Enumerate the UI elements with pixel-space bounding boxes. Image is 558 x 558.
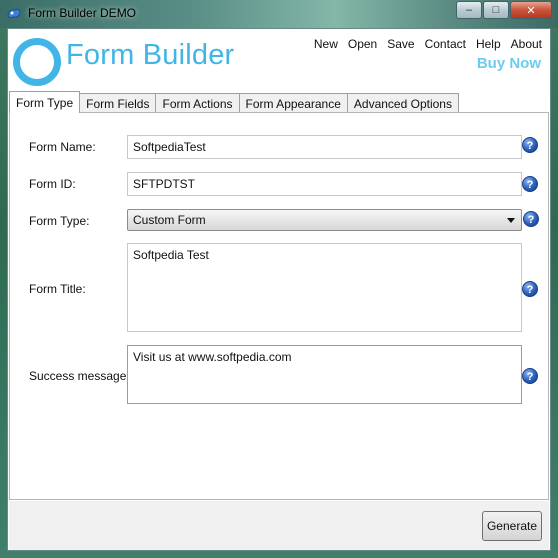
- help-icon[interactable]: ?: [523, 211, 539, 227]
- form-id-input[interactable]: SFTPDTST: [127, 172, 522, 196]
- form-name-input[interactable]: SoftpediaTest: [127, 135, 522, 159]
- app-window: Form Builder New Open Save Contact Help …: [7, 28, 551, 551]
- tab-form-fields[interactable]: Form Fields: [79, 93, 157, 113]
- form-type-value: Custom Form: [133, 213, 206, 227]
- menu-new[interactable]: New: [314, 37, 338, 51]
- form-id-label: Form ID:: [29, 177, 76, 191]
- window-titlebar[interactable]: Form Builder DEMO – □ ✕: [0, 0, 558, 28]
- logo-ring-icon: [13, 38, 61, 86]
- help-icon[interactable]: ?: [522, 137, 538, 153]
- brand-title: Form Builder: [66, 39, 235, 71]
- tab-advanced-options[interactable]: Advanced Options: [346, 93, 459, 113]
- menu-about[interactable]: About: [511, 37, 542, 51]
- form-name-label: Form Name:: [29, 140, 96, 154]
- help-icon[interactable]: ?: [522, 176, 538, 192]
- window-title: Form Builder DEMO: [28, 6, 137, 20]
- footer-bar: Generate: [9, 501, 549, 550]
- app-icon: [7, 8, 21, 19]
- success-message-textarea[interactable]: Visit us at www.softpedia.com: [127, 345, 522, 404]
- tab-form-appearance[interactable]: Form Appearance: [238, 93, 348, 113]
- help-icon[interactable]: ?: [522, 368, 538, 384]
- generate-button[interactable]: Generate: [482, 511, 542, 541]
- help-icon[interactable]: ?: [522, 281, 538, 297]
- menu-contact[interactable]: Contact: [425, 37, 466, 51]
- form-title-textarea[interactable]: Softpedia Test: [127, 243, 522, 332]
- maximize-button[interactable]: □: [483, 1, 509, 19]
- form-type-select[interactable]: Custom Form: [127, 209, 522, 231]
- top-menu: New Open Save Contact Help About: [314, 37, 542, 51]
- minimize-button[interactable]: –: [456, 1, 482, 19]
- menu-help[interactable]: Help: [476, 37, 501, 51]
- chevron-down-icon: [507, 218, 515, 223]
- menu-save[interactable]: Save: [387, 37, 414, 51]
- menu-open[interactable]: Open: [348, 37, 377, 51]
- tab-bar: Form Type Form Fields Form Actions Form …: [9, 91, 459, 113]
- tab-form-type[interactable]: Form Type: [9, 91, 81, 113]
- form-type-label: Form Type:: [29, 214, 90, 228]
- success-message-label: Success message:: [29, 369, 130, 383]
- window-controls: – □ ✕: [455, 1, 552, 19]
- form-type-panel: Form Name: SoftpediaTest ? Form ID: SFTP…: [9, 112, 549, 500]
- form-title-label: Form Title:: [29, 282, 86, 296]
- tab-form-actions[interactable]: Form Actions: [155, 93, 240, 113]
- buy-now-link[interactable]: Buy Now: [477, 55, 541, 72]
- close-button[interactable]: ✕: [510, 1, 552, 19]
